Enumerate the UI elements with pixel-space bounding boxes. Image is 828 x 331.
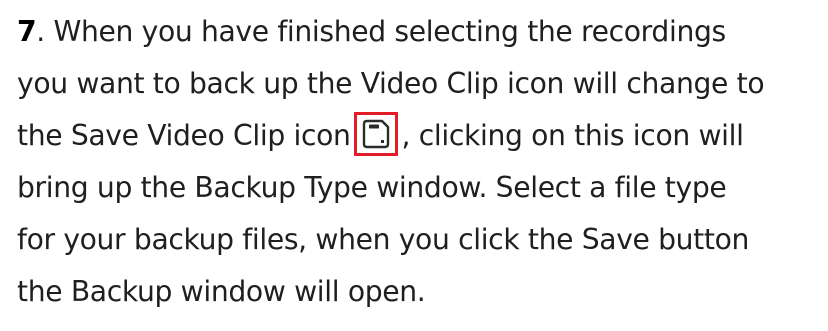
text-line-4: bring up the Backup Type window. Select … xyxy=(17,171,727,204)
text-line-5: for your backup files, when you click th… xyxy=(17,223,749,256)
text-line-1: 7. When you have finished selecting the … xyxy=(17,6,822,58)
text-line-3: the Save Video Clip icon , clicking on t… xyxy=(17,110,822,162)
step-number: 7 xyxy=(17,15,37,48)
instruction-paragraph: 7. When you have finished selecting the … xyxy=(17,6,822,318)
line-1-text: . When you have finished selecting the r… xyxy=(36,15,726,48)
save-video-clip-icon xyxy=(362,119,389,149)
save-video-clip-icon-highlight xyxy=(353,112,398,156)
line-3-text-before: the Save Video Clip icon xyxy=(17,119,351,152)
line-3-text-after: , clicking on this icon will xyxy=(401,119,744,152)
text-line-6: the Backup window will open. xyxy=(17,275,426,308)
text-line-2: you want to back up the Video Clip icon … xyxy=(17,67,765,100)
